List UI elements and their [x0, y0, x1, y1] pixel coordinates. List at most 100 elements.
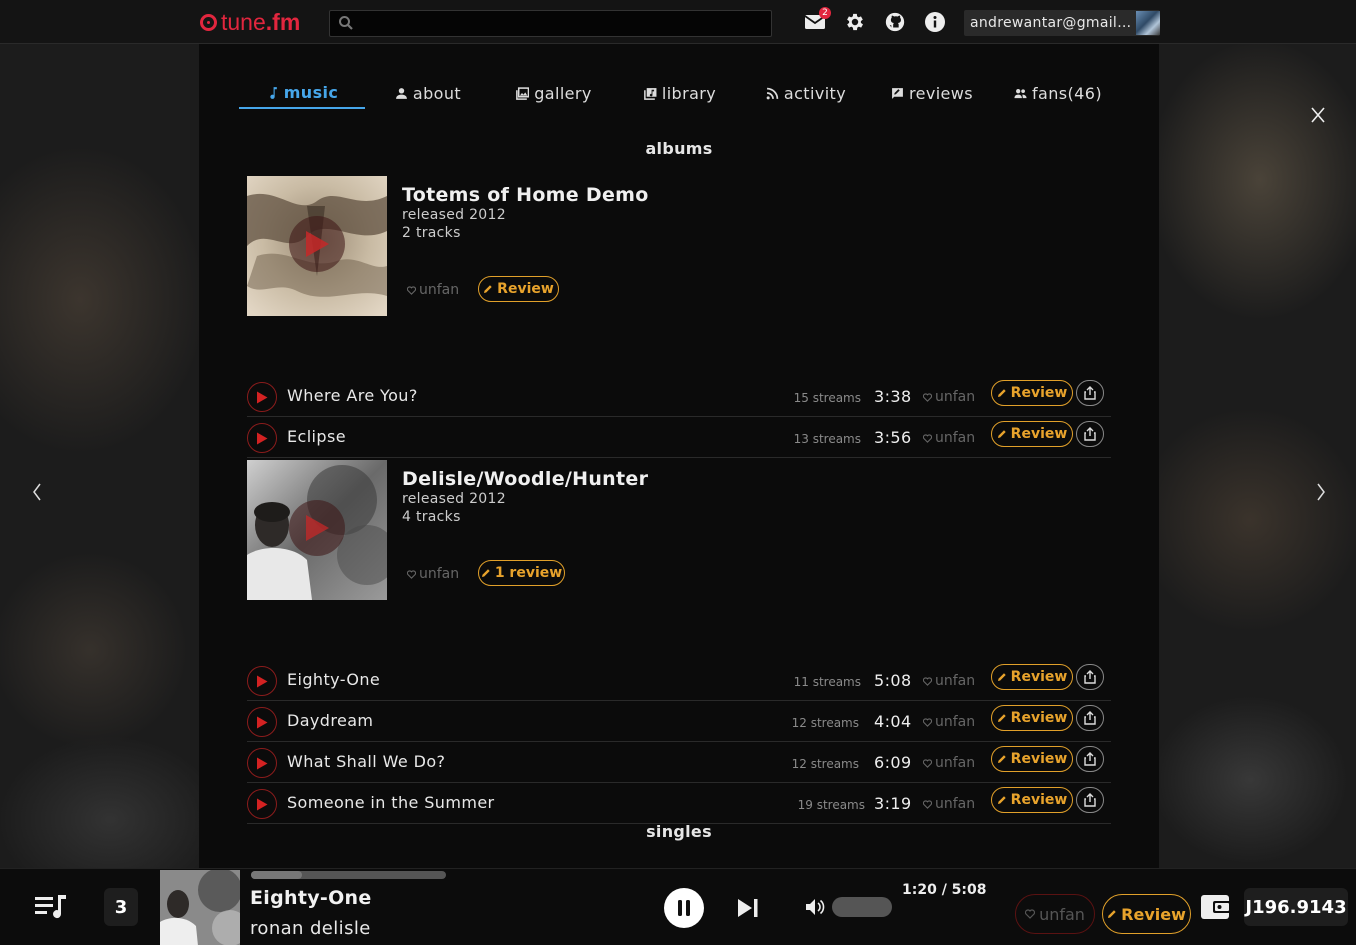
- album-unfan-button[interactable]: unfan: [407, 282, 459, 298]
- track-row: Someone in the Summer 19 streams 3:19 un…: [247, 783, 1111, 824]
- playback-time: 1:20 / 5:08: [902, 882, 987, 898]
- wallet-balance[interactable]: J196.9143: [1244, 888, 1348, 926]
- tunefm-logo[interactable]: tune.fm: [200, 9, 300, 36]
- heart-icon: [1025, 909, 1036, 919]
- track-share-button[interactable]: [1076, 421, 1104, 447]
- info-icon[interactable]: [924, 11, 946, 33]
- next-track-icon[interactable]: [736, 897, 760, 919]
- player-bar: 3 Eighty-One ronan delisle 1:20 / 5:08 u…: [0, 868, 1356, 945]
- account-menu[interactable]: andrewantar@gmail.com: [964, 10, 1160, 36]
- share-icon: [1084, 793, 1096, 807]
- close-icon[interactable]: [1308, 104, 1328, 126]
- now-playing-artist[interactable]: ronan delisle: [250, 918, 371, 939]
- track-unfan-button[interactable]: unfan: [923, 755, 975, 771]
- now-playing-cover[interactable]: [160, 870, 240, 945]
- track-share-button[interactable]: [1076, 664, 1104, 690]
- track-play-button[interactable]: [247, 707, 277, 737]
- play-icon: [306, 231, 329, 257]
- track-play-button[interactable]: [247, 423, 277, 453]
- tab-music[interactable]: music: [239, 77, 365, 109]
- queue-icon[interactable]: [34, 893, 68, 921]
- track-review-button[interactable]: Review: [991, 664, 1073, 690]
- next-arrow-icon[interactable]: [1312, 478, 1332, 506]
- gallery-icon: [516, 86, 530, 100]
- track-name[interactable]: Daydream: [287, 711, 373, 730]
- play-icon: [257, 716, 268, 728]
- track-progress-bar[interactable]: [251, 871, 446, 879]
- tab-reviews[interactable]: reviews: [869, 77, 995, 109]
- previous-arrow-icon[interactable]: [26, 478, 46, 506]
- track-name[interactable]: Where Are You?: [287, 386, 418, 405]
- track-name[interactable]: Eclipse: [287, 427, 346, 446]
- tab-about[interactable]: about: [365, 77, 491, 109]
- music-note-icon: [270, 86, 277, 99]
- album-unfan-button[interactable]: unfan: [407, 566, 459, 582]
- album-review-button[interactable]: 1 review: [478, 560, 565, 586]
- track-play-button[interactable]: [247, 666, 277, 696]
- track-review-button[interactable]: Review: [991, 787, 1073, 813]
- tab-activity[interactable]: activity: [743, 77, 869, 109]
- track-streams: 12 streams: [791, 757, 859, 771]
- pencil-icon: [484, 285, 492, 293]
- queue-count[interactable]: 3: [104, 888, 138, 926]
- pencil-icon: [997, 389, 1006, 397]
- track-row: Daydream 12 streams 4:04 unfan Review: [247, 701, 1111, 742]
- track-unfan-button[interactable]: unfan: [923, 714, 975, 730]
- track-name[interactable]: Eighty-One: [287, 670, 380, 689]
- pencil-icon: [997, 430, 1006, 438]
- play-icon: [257, 675, 268, 687]
- mail-badge: 2: [819, 7, 831, 19]
- track-unfan-button[interactable]: unfan: [923, 430, 975, 446]
- album-play-button[interactable]: [289, 500, 345, 556]
- search-input[interactable]: [329, 10, 772, 37]
- track-streams: 19 streams: [797, 798, 865, 812]
- pencil-icon: [1108, 910, 1116, 918]
- tab-library[interactable]: library: [617, 77, 743, 109]
- track-review-button[interactable]: Review: [991, 421, 1073, 447]
- track-unfan-button[interactable]: unfan: [923, 796, 975, 812]
- pencil-icon: [997, 673, 1006, 681]
- player-unfan-button[interactable]: unfan: [1015, 894, 1095, 934]
- track-name[interactable]: What Shall We Do?: [287, 752, 445, 771]
- track-share-button[interactable]: [1076, 380, 1104, 406]
- artist-tabs: music about gallery library activity rev…: [239, 77, 1119, 109]
- track-unfan-button[interactable]: unfan: [923, 389, 975, 405]
- track-unfan-button[interactable]: unfan: [923, 673, 975, 689]
- track-play-button[interactable]: [247, 382, 277, 412]
- track-play-button[interactable]: [247, 789, 277, 819]
- volume-icon[interactable]: [804, 896, 826, 918]
- heart-icon: [923, 433, 932, 443]
- pause-button[interactable]: [664, 888, 704, 928]
- track-review-button[interactable]: Review: [991, 380, 1073, 406]
- album-cover[interactable]: [247, 460, 387, 600]
- track-progress-fill: [251, 871, 302, 879]
- track-play-button[interactable]: [247, 748, 277, 778]
- track-duration: 3:38: [874, 387, 912, 406]
- github-icon[interactable]: [884, 11, 906, 33]
- track-duration: 3:56: [874, 428, 912, 447]
- track-duration: 4:04: [874, 712, 912, 731]
- heart-icon: [923, 392, 932, 402]
- track-streams: 15 streams: [793, 391, 861, 405]
- wallet-icon[interactable]: [1200, 892, 1232, 922]
- play-icon: [306, 515, 329, 541]
- track-review-button[interactable]: Review: [991, 705, 1073, 731]
- player-review-button[interactable]: Review: [1102, 894, 1191, 934]
- tab-gallery[interactable]: gallery: [491, 77, 617, 109]
- album-title[interactable]: Totems of Home Demo: [402, 184, 649, 206]
- pencil-icon: [997, 755, 1006, 763]
- album-title[interactable]: Delisle/Woodle/Hunter: [402, 468, 648, 490]
- album-play-button[interactable]: [289, 216, 345, 272]
- gear-icon[interactable]: [844, 11, 866, 33]
- album-review-button[interactable]: Review: [478, 276, 559, 302]
- track-share-button[interactable]: [1076, 787, 1104, 813]
- track-review-button[interactable]: Review: [991, 746, 1073, 772]
- track-share-button[interactable]: [1076, 705, 1104, 731]
- tab-fans[interactable]: fans(46): [995, 77, 1121, 109]
- share-icon: [1084, 752, 1096, 766]
- track-share-button[interactable]: [1076, 746, 1104, 772]
- now-playing-title[interactable]: Eighty-One: [250, 887, 372, 909]
- track-name[interactable]: Someone in the Summer: [287, 793, 495, 812]
- volume-slider[interactable]: [832, 897, 892, 917]
- album-cover[interactable]: [247, 176, 387, 316]
